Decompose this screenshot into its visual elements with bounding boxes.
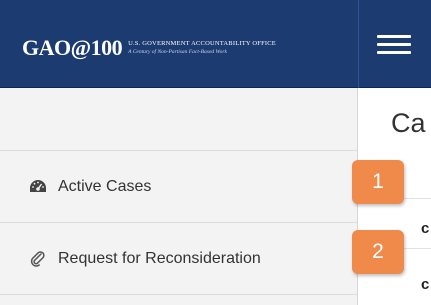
logo-agency-name: U.S. GOVERNMENT ACCOUNTABILITY OFFICE bbox=[128, 39, 276, 47]
top-header: GAO@100 U.S. GOVERNMENT ACCOUNTABILITY O… bbox=[0, 0, 431, 88]
sidebar: Active Cases Request for Reconsideration bbox=[0, 88, 358, 305]
page-title: Ca bbox=[391, 108, 426, 138]
logo-century-tagline: A Century of Non-Partisan Fact-Based Wor… bbox=[128, 49, 227, 55]
callout-badge-1: 1 bbox=[352, 160, 404, 204]
header-divider bbox=[358, 0, 359, 88]
table-row-text: c bbox=[421, 276, 430, 293]
sidebar-item-active-cases[interactable]: Active Cases bbox=[0, 150, 358, 222]
sidebar-item-request-for-reconsideration[interactable]: Request for Reconsideration bbox=[0, 222, 358, 294]
logo-wordmark: GAO@100 bbox=[22, 35, 123, 60]
paperclip-icon bbox=[29, 250, 47, 268]
sidebar-divider bbox=[0, 294, 358, 295]
logo-tagline: U.S. GOVERNMENT ACCOUNTABILITY OFFICE A … bbox=[128, 39, 276, 56]
sidebar-item-label: Active Cases bbox=[58, 177, 152, 195]
hamburger-menu-icon[interactable] bbox=[377, 33, 411, 57]
tachometer-icon bbox=[29, 178, 47, 196]
sidebar-item-label: Request for Reconsideration bbox=[58, 249, 261, 267]
gao-logo[interactable]: GAO@100 U.S. GOVERNMENT ACCOUNTABILITY O… bbox=[22, 35, 276, 61]
callout-badge-2: 2 bbox=[352, 230, 404, 274]
table-row-text: c bbox=[421, 220, 430, 237]
